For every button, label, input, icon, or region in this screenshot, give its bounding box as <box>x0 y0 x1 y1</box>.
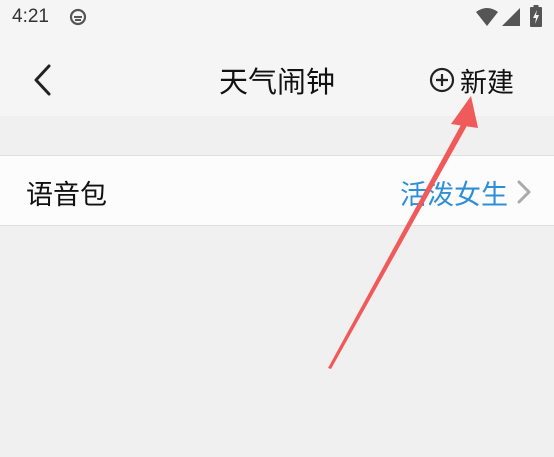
voice-pack-value: 活泼女生 <box>400 180 508 211</box>
new-alarm-button[interactable]: 新建 <box>428 60 514 100</box>
battery-charging-icon <box>530 5 542 27</box>
status-time: 4:21 <box>12 6 49 27</box>
new-alarm-label: 新建 <box>460 67 514 99</box>
app-notification-icon <box>69 8 87 26</box>
status-bar: 4:21 <box>0 0 554 40</box>
chevron-right-icon <box>517 180 531 204</box>
signal-icon <box>502 8 520 26</box>
wifi-icon <box>476 8 498 26</box>
voice-pack-label: 语音包 <box>26 180 107 211</box>
voice-pack-row[interactable]: 语音包 活泼女生 <box>0 155 554 226</box>
circle-plus-icon <box>429 67 455 93</box>
weather-alarm-screen: 4:21 天气闹钟 新建 语音包 活泼女生 <box>0 0 554 457</box>
title-bar: 天气闹钟 新建 <box>0 40 554 116</box>
